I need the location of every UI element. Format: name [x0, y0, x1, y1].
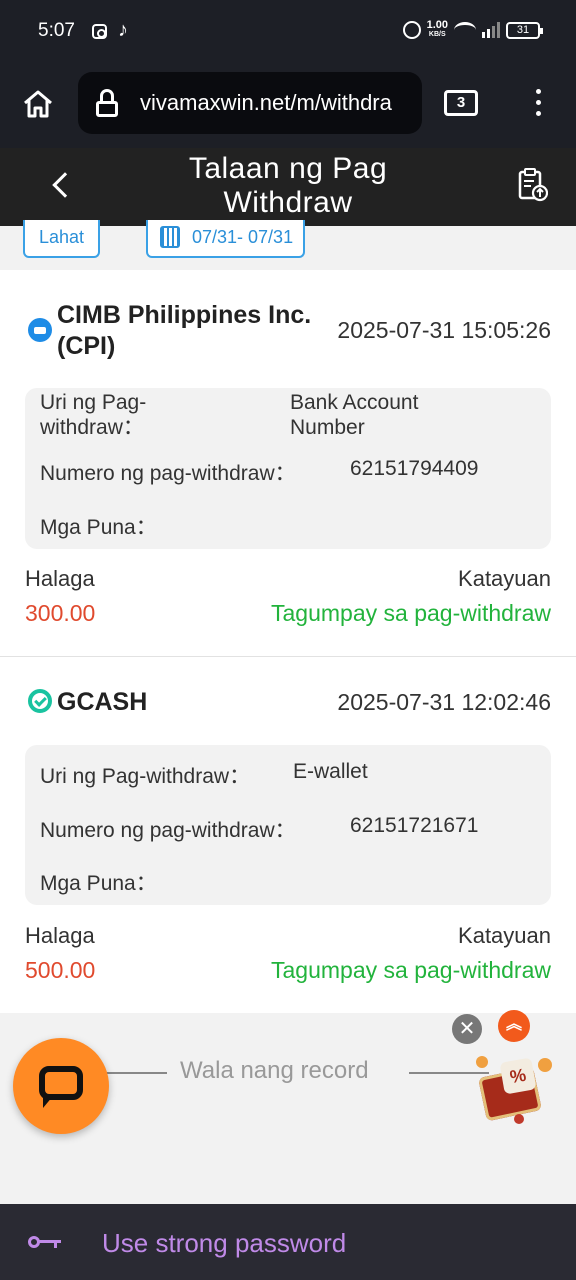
bank-name: GCASH — [57, 688, 148, 716]
page-title: Talaan ng Pag Withdraw — [188, 152, 388, 219]
withdraw-record[interactable]: GCASH 2025-07-31 12:02:46 Uri ng Pag-wit… — [0, 657, 576, 1013]
amount-value: 500.00 — [25, 957, 96, 983]
status-value: Tagumpay sa pag-withdraw — [271, 600, 551, 626]
signal-icon — [482, 22, 500, 38]
type-row: Uri ng Pag-withdraw： Bank Account Number — [40, 390, 540, 444]
amount-value: 300.00 — [25, 600, 96, 626]
home-button[interactable] — [18, 84, 58, 124]
no-more-records-text: Wala nang record — [180, 1057, 369, 1084]
browser-toolbar: vivamaxwin.net/m/withdra 3 — [0, 66, 576, 148]
record-details: Uri ng Pag-withdraw： Bank Account Number… — [25, 388, 551, 549]
record-details: Uri ng Pag-withdraw： E-wallet Numero ng … — [25, 745, 551, 905]
menu-icon[interactable] — [528, 86, 548, 120]
promo-gift-icon[interactable]: % — [476, 1054, 556, 1126]
wifi-icon — [454, 22, 476, 38]
number-label: Numero ng pag-withdraw： — [40, 462, 296, 485]
list-footer: Wala nang record ✕ ︽ % — [0, 1010, 576, 1204]
battery-icon: 31 — [506, 21, 543, 39]
chat-icon — [39, 1066, 83, 1100]
net-speed: 1.00 KB/S — [426, 19, 448, 39]
gcash-logo-icon — [28, 689, 52, 713]
alarm-icon — [402, 21, 421, 39]
amount-label: Halaga — [25, 566, 95, 591]
filter-bar: Lahat 07/31- 07/31 — [0, 220, 576, 270]
tiktok-icon: ♪ — [118, 19, 128, 41]
close-icon[interactable]: ✕ — [452, 1014, 482, 1044]
url-text: vivamaxwin.net/m/withdra — [140, 90, 392, 115]
remarks-label: Mga Puna： — [40, 872, 157, 895]
password-suggestion-bar[interactable]: Use strong password — [0, 1204, 576, 1280]
number-label: Numero ng pag-withdraw： — [40, 819, 296, 842]
record-datetime: 2025-07-31 15:05:26 — [337, 317, 551, 343]
type-value: E-wallet — [293, 760, 368, 783]
use-strong-password-button[interactable]: Use strong password — [102, 1228, 346, 1259]
status-time: 5:07 — [38, 20, 75, 41]
withdraw-record[interactable]: CIMB Philippines Inc. (CPI) 2025-07-31 1… — [0, 270, 576, 656]
type-value: Bank Account Number — [290, 391, 419, 439]
lock-icon — [96, 89, 118, 117]
calendar-icon — [160, 226, 180, 248]
page-header: Talaan ng Pag Withdraw — [0, 148, 576, 226]
type-label: Uri ng Pag-withdraw： — [40, 391, 147, 439]
clipboard-upload-icon[interactable] — [518, 168, 548, 202]
chat-button[interactable] — [13, 1038, 109, 1134]
date-range-text: 07/31- 07/31 — [192, 227, 294, 247]
home-icon — [24, 90, 52, 118]
key-icon — [28, 1233, 64, 1251]
record-datetime: 2025-07-31 12:02:46 — [337, 689, 551, 715]
number-value: 62151721671 — [350, 814, 479, 837]
status-label: Katayuan — [458, 566, 551, 591]
bank-name: CIMB Philippines Inc. (CPI) — [57, 301, 312, 360]
status-label: Katayuan — [458, 923, 551, 948]
number-value: 62151794409 — [350, 457, 479, 480]
type-label: Uri ng Pag-withdraw： — [40, 765, 251, 788]
status-value: Tagumpay sa pag-withdraw — [271, 957, 551, 983]
status-bar: 5:07 ♪ 1.00 KB/S 31 — [0, 0, 576, 66]
cimb-logo-icon — [28, 318, 52, 342]
instagram-icon — [92, 24, 107, 39]
amount-label: Halaga — [25, 923, 95, 948]
date-range-button[interactable]: 07/31- 07/31 — [146, 220, 305, 258]
scroll-up-icon[interactable]: ︽ — [498, 1010, 530, 1042]
filter-all-button[interactable]: Lahat — [23, 220, 100, 258]
tabs-button[interactable]: 3 — [444, 90, 478, 116]
divider-line — [107, 1072, 167, 1074]
remarks-label: Mga Puna： — [40, 516, 157, 539]
address-bar[interactable]: vivamaxwin.net/m/withdra — [78, 72, 422, 134]
back-arrow-icon[interactable] — [52, 172, 78, 198]
